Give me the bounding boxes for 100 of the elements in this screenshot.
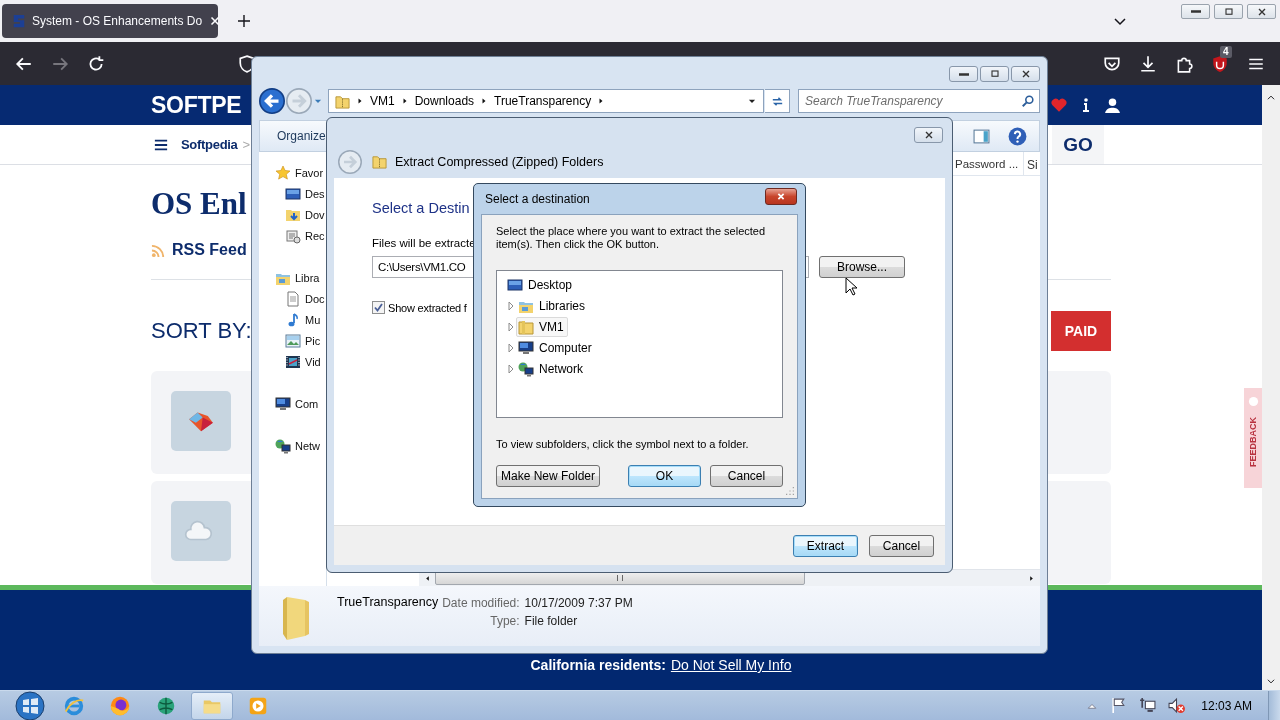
file-name: TrueTransparency bbox=[337, 595, 439, 609]
minimize-button[interactable] bbox=[949, 66, 978, 82]
maximize-button[interactable] bbox=[980, 66, 1009, 82]
new-tab-icon[interactable] bbox=[236, 13, 252, 29]
folder-icon bbox=[518, 318, 534, 335]
download-icon[interactable] bbox=[1139, 54, 1157, 73]
filter-button[interactable]: PAID bbox=[1051, 311, 1111, 351]
recent-places-icon bbox=[285, 227, 301, 244]
dialog-title: Select a destination bbox=[485, 192, 590, 206]
footer-link[interactable]: Do Not Sell My Info bbox=[670, 657, 792, 673]
refresh-button[interactable] bbox=[765, 89, 790, 113]
nav-item[interactable]: Favor bbox=[259, 162, 326, 183]
close-button[interactable] bbox=[1247, 4, 1276, 19]
expand-arrow-icon[interactable] bbox=[506, 363, 514, 374]
field-value: File folder bbox=[524, 614, 579, 628]
computer-icon bbox=[275, 395, 291, 412]
dialog-button[interactable]: OK bbox=[628, 465, 701, 487]
network-icon[interactable] bbox=[1139, 697, 1157, 714]
minimize-button[interactable] bbox=[1181, 4, 1210, 19]
computer-icon bbox=[518, 339, 534, 356]
scrollbar[interactable] bbox=[1262, 85, 1280, 690]
preview-pane-icon[interactable] bbox=[973, 127, 990, 145]
clock[interactable]: 12:03 AM bbox=[1201, 698, 1252, 713]
scroll-up-icon[interactable] bbox=[1266, 93, 1276, 103]
rss-link[interactable]: RSS Feed bbox=[172, 241, 247, 259]
muted-speaker-icon[interactable] bbox=[1168, 697, 1186, 714]
scroll-down-icon[interactable] bbox=[1266, 676, 1276, 686]
desktop-icon bbox=[507, 276, 523, 293]
nav-item[interactable]: Com bbox=[259, 393, 326, 414]
breadcrumb-link[interactable]: Softpedia bbox=[181, 137, 238, 152]
expand-arrow-icon[interactable] bbox=[506, 300, 514, 311]
search-field[interactable]: Search TrueTransparency bbox=[798, 89, 1040, 113]
nav-item[interactable]: Doc bbox=[259, 288, 326, 309]
film-icon bbox=[285, 353, 301, 370]
breadcrumb-item[interactable]: VM1 bbox=[370, 94, 395, 108]
restore-button[interactable] bbox=[1214, 4, 1243, 19]
breadcrumb-item[interactable]: TrueTransparency bbox=[494, 94, 592, 108]
expand-arrow-icon[interactable] bbox=[506, 321, 514, 332]
site-logo[interactable]: SOFTPE bbox=[151, 91, 242, 119]
close-button[interactable] bbox=[1011, 66, 1040, 82]
sort-label: SORT BY: bbox=[151, 318, 252, 344]
start-button[interactable] bbox=[15, 690, 45, 720]
dialog-button[interactable]: Cancel bbox=[710, 465, 783, 487]
browser-icon bbox=[63, 694, 85, 717]
help-icon[interactable] bbox=[1008, 126, 1027, 146]
network-icon bbox=[275, 437, 291, 454]
field-value: 10/17/2009 7:37 PM bbox=[524, 596, 633, 610]
browse-button[interactable]: Browse... bbox=[819, 256, 905, 278]
count-badge: 4 bbox=[1220, 45, 1232, 58]
breadcrumb-item[interactable]: Downloads bbox=[414, 94, 475, 108]
go-button[interactable]: GO bbox=[1052, 125, 1104, 164]
minimize-icon bbox=[958, 72, 969, 76]
dialog-button[interactable]: Cancel bbox=[869, 534, 934, 557]
heart-icon[interactable] bbox=[1050, 96, 1068, 114]
nav-item[interactable]: Rec bbox=[259, 225, 326, 246]
chevron-icon[interactable] bbox=[356, 97, 364, 105]
tree-item[interactable]: Network bbox=[516, 358, 587, 379]
column-header[interactable]: Si bbox=[1024, 152, 1040, 175]
menu-icon[interactable] bbox=[154, 137, 168, 152]
nav-item[interactable]: Mu bbox=[259, 309, 326, 330]
dialog-heading: Select a Destin bbox=[372, 200, 470, 216]
dialog-button[interactable]: Make New Folder bbox=[496, 465, 600, 487]
close-button[interactable] bbox=[914, 127, 943, 143]
minimize-icon bbox=[1190, 10, 1201, 13]
dialog-button[interactable]: Extract bbox=[793, 534, 858, 557]
zip-folder-icon bbox=[372, 154, 387, 169]
organize-menu[interactable]: Organize bbox=[277, 129, 326, 143]
document-icon bbox=[285, 290, 301, 307]
info-icon bbox=[1247, 396, 1259, 407]
shield-icon[interactable] bbox=[1211, 54, 1229, 73]
checkbox-label: Show extracted f bbox=[388, 301, 467, 314]
browser-tab[interactable]: System - OS Enhancements Do bbox=[2, 4, 218, 38]
tree-item[interactable]: VM1 bbox=[516, 316, 568, 337]
nav-item[interactable]: Netw bbox=[259, 435, 326, 456]
feedback-tab[interactable]: FEEDBACK bbox=[1244, 388, 1262, 488]
nav-item[interactable]: Vid bbox=[259, 351, 326, 372]
tree-item[interactable]: Desktop bbox=[505, 274, 577, 295]
chevron-icon[interactable] bbox=[400, 97, 409, 105]
close-button[interactable] bbox=[765, 187, 797, 205]
site-logo-icon bbox=[12, 14, 26, 28]
nav-item[interactable]: Des bbox=[259, 183, 326, 204]
maximize-icon bbox=[988, 68, 1001, 80]
mouse-cursor-icon bbox=[845, 277, 859, 297]
nav-item[interactable]: Pic bbox=[259, 330, 326, 351]
nav-item[interactable]: Libra bbox=[259, 267, 326, 288]
back-button[interactable] bbox=[259, 88, 285, 114]
zip-folder-icon bbox=[335, 93, 350, 109]
expand-arrow-icon[interactable] bbox=[506, 342, 514, 353]
search-icon[interactable] bbox=[1021, 94, 1035, 108]
flag-icon[interactable] bbox=[1110, 697, 1128, 714]
tree-item[interactable]: Computer bbox=[516, 337, 596, 358]
nav-item[interactable]: Dov bbox=[259, 204, 326, 225]
user-icon[interactable] bbox=[1104, 96, 1121, 114]
reload-icon[interactable] bbox=[87, 54, 105, 73]
desktop-icon bbox=[285, 185, 301, 202]
field-label: Date modified: bbox=[442, 596, 520, 610]
checkbox[interactable] bbox=[372, 301, 385, 314]
tree-item[interactable]: Libraries bbox=[516, 295, 590, 316]
resize-grip-icon[interactable] bbox=[785, 486, 795, 496]
address-bar[interactable]: VM1 Downloads TrueTransparency bbox=[328, 89, 764, 113]
